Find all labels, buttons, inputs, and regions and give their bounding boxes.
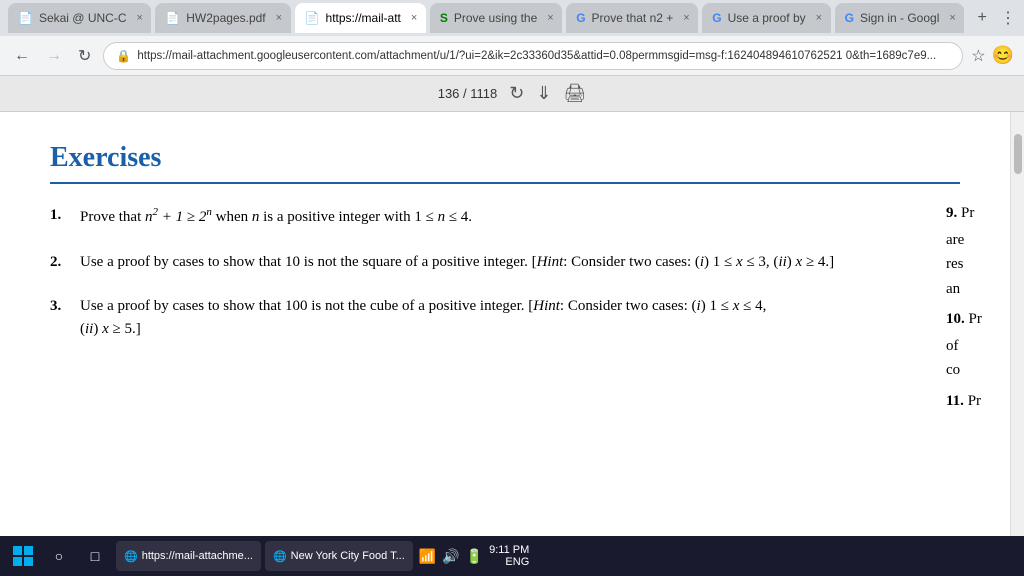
- exercise-item-3: 3. Use a proof by cases to show that 100…: [50, 295, 960, 340]
- clock-time: 9:11 PM: [489, 544, 529, 556]
- tab-close-signin[interactable]: ×: [949, 12, 955, 24]
- right-text-9a: Pr: [961, 205, 974, 221]
- tab-mailatt[interactable]: 📄 https://mail-att ×: [295, 3, 426, 33]
- right-item9-label: 9. Pr: [946, 202, 996, 225]
- right-item10-label: 10. Pr: [946, 308, 996, 331]
- start-button[interactable]: [8, 541, 38, 571]
- tab-label-sekai: Sekai @ UNC-C: [39, 11, 127, 25]
- tab-icon-prove-using: S: [440, 11, 448, 25]
- tray-battery-icon: 🔋: [466, 548, 483, 565]
- right-num-10: 10.: [946, 311, 965, 327]
- tab-icon-proof-by: G: [712, 11, 721, 25]
- tab-proof-by[interactable]: G Use a proof by ×: [702, 3, 830, 33]
- browser-menu-icon[interactable]: ⋮: [1000, 8, 1016, 28]
- exercise-num-1: 1.: [50, 204, 80, 229]
- right-num-9: 9.: [946, 205, 957, 221]
- exercise-num-2: 2.: [50, 251, 80, 274]
- pdf-refresh-button[interactable]: ↻: [509, 83, 524, 104]
- right-text-10a: Pr: [969, 311, 982, 327]
- exercise-text-1: Prove that n2 + 1 ≥ 2n when n is a posit…: [80, 204, 960, 229]
- pdf-toolbar: 136 / 1118 ↻ ⇓ 🖨: [0, 76, 1024, 112]
- exercise-item-1: 1. Prove that n2 + 1 ≥ 2n when n is a po…: [50, 204, 960, 229]
- tab-hw2[interactable]: 📄 HW2pages.pdf ×: [155, 3, 290, 33]
- tab-icon-mailatt: 📄: [305, 11, 320, 25]
- tab-label-proof-by: Use a proof by: [728, 11, 806, 25]
- right-item11-label: 11. Pr: [946, 390, 996, 413]
- exercises-heading: Exercises: [50, 142, 960, 174]
- tab-close-mailatt[interactable]: ×: [411, 12, 417, 24]
- math-expr-1: n2 + 1 ≥ 2n: [145, 209, 212, 225]
- pdf-content-wrapper: Exercises 1. Prove that n2 + 1 ≥ 2n when…: [0, 112, 1024, 536]
- tray-volume-icon: 🔊: [442, 548, 459, 565]
- tab-label-prove-n2: Prove that n2 +: [592, 11, 674, 25]
- tab-icon-signin: G: [845, 11, 854, 25]
- exercise-list: 1. Prove that n2 + 1 ≥ 2n when n is a po…: [50, 204, 960, 340]
- tab-icon-sekai: 📄: [18, 11, 33, 25]
- tab-label-signin: Sign in - Googl: [860, 11, 939, 25]
- back-button[interactable]: ←: [10, 45, 34, 67]
- new-tab-button[interactable]: +: [968, 4, 996, 32]
- tab-close-prove-n2[interactable]: ×: [683, 12, 689, 24]
- tab-label-prove-using: Prove using the: [454, 11, 537, 25]
- right-text-11a: Pr: [968, 393, 981, 409]
- tab-close-hw2[interactable]: ×: [276, 12, 282, 24]
- lock-icon: 🔒: [116, 49, 131, 63]
- taskbar-search-icon[interactable]: ○: [44, 541, 74, 571]
- system-tray: 📶 🔊 🔋 9:11 PM ENG: [419, 544, 529, 568]
- tab-close-prove-using[interactable]: ×: [547, 12, 553, 24]
- taskbar-time[interactable]: 9:11 PM ENG: [489, 544, 529, 568]
- taskbar-open-apps: 🌐 https://mail-attachme... 🌐 New York Ci…: [116, 541, 413, 571]
- right-text-10c: co: [946, 359, 996, 382]
- clock-lang: ENG: [489, 556, 529, 568]
- taskbar-app-icon-mailattach: 🌐: [124, 550, 138, 563]
- url-bar[interactable]: 🔒 https://mail-attachment.googleusercont…: [103, 42, 963, 70]
- pdf-scrollbar-thumb[interactable]: [1014, 134, 1022, 174]
- tab-close-sekai[interactable]: ×: [136, 12, 142, 24]
- taskbar-app-icon-nycfood: 🌐: [273, 550, 287, 563]
- taskbar-app-label-nycfood: New York City Food T...: [291, 550, 405, 562]
- reload-button[interactable]: ↻: [74, 44, 95, 68]
- tab-icon-hw2: 📄: [165, 11, 180, 25]
- forward-button[interactable]: →: [42, 45, 66, 67]
- tab-signin[interactable]: G Sign in - Googl ×: [835, 3, 965, 33]
- taskbar: ○ □ 🌐 https://mail-attachme... 🌐 New Yor…: [0, 536, 1024, 576]
- profile-button[interactable]: 😊: [992, 45, 1014, 66]
- right-text-10b: of: [946, 335, 996, 358]
- exercise-text-2: Use a proof by cases to show that 10 is …: [80, 251, 960, 274]
- toolbar-actions: ☆ 😊: [971, 45, 1014, 66]
- exercise-num-3: 3.: [50, 295, 80, 340]
- right-column-partial: 9. Pr are res an 10. Pr of co 11. Pr: [946, 202, 996, 412]
- pdf-page: Exercises 1. Prove that n2 + 1 ≥ 2n when…: [0, 112, 1010, 536]
- right-num-11: 11.: [946, 393, 964, 409]
- right-text-9b: are: [946, 229, 996, 252]
- window-controls: ⋮: [1000, 8, 1016, 28]
- tab-icon-prove-n2: G: [576, 11, 585, 25]
- taskbar-task-view-icon[interactable]: □: [80, 541, 110, 571]
- taskbar-app-mailattach[interactable]: 🌐 https://mail-attachme...: [116, 541, 261, 571]
- right-text-9d: an: [946, 278, 996, 301]
- tab-prove-using[interactable]: S Prove using the ×: [430, 3, 562, 33]
- browser-window: 📄 Sekai @ UNC-C × 📄 HW2pages.pdf × 📄 htt…: [0, 0, 1024, 576]
- exercise-text-3: Use a proof by cases to show that 100 is…: [80, 295, 960, 340]
- windows-logo-icon: [13, 546, 33, 566]
- tab-prove-n2[interactable]: G Prove that n2 + ×: [566, 3, 698, 33]
- bookmark-button[interactable]: ☆: [971, 46, 985, 66]
- address-bar: ← → ↻ 🔒 https://mail-attachment.googleus…: [0, 36, 1024, 76]
- pdf-download-button[interactable]: ⇓: [536, 83, 551, 104]
- pdf-scrollbar[interactable]: [1010, 112, 1024, 536]
- tab-label-mailatt: https://mail-att: [326, 11, 401, 25]
- tray-network-icon: 📶: [419, 548, 436, 565]
- tab-label-hw2: HW2pages.pdf: [186, 11, 265, 25]
- taskbar-app-nycfood[interactable]: 🌐 New York City Food T...: [265, 541, 413, 571]
- tab-close-proof-by[interactable]: ×: [816, 12, 822, 24]
- right-text-9c: res: [946, 253, 996, 276]
- pdf-page-info: 136 / 1118: [438, 86, 498, 101]
- exercise-item-2: 2. Use a proof by cases to show that 10 …: [50, 251, 960, 274]
- title-bar: 📄 Sekai @ UNC-C × 📄 HW2pages.pdf × 📄 htt…: [0, 0, 1024, 36]
- exercises-divider: [50, 182, 960, 184]
- tab-sekai[interactable]: 📄 Sekai @ UNC-C ×: [8, 3, 151, 33]
- url-text: https://mail-attachment.googleuserconten…: [137, 50, 936, 62]
- pdf-print-button[interactable]: 🖨: [563, 83, 586, 104]
- taskbar-app-label-mailattach: https://mail-attachme...: [142, 550, 253, 562]
